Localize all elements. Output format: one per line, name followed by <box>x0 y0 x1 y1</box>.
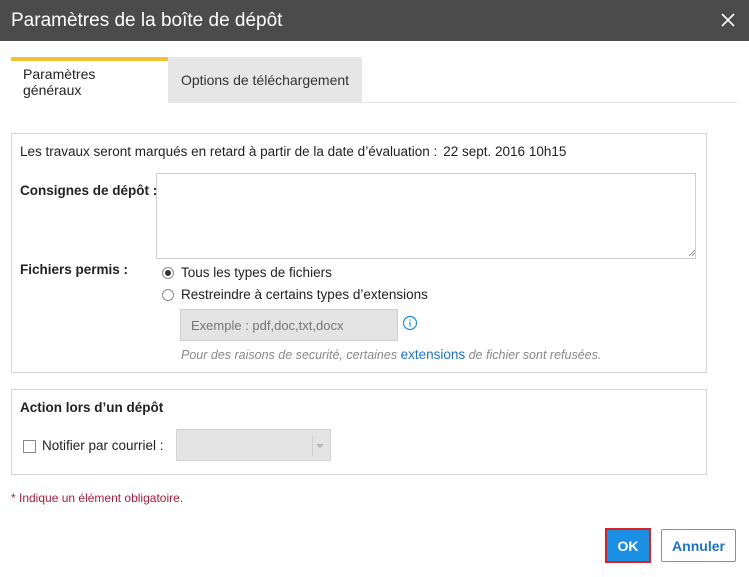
radio-button[interactable] <box>162 288 174 301</box>
extensions-link[interactable]: extensions <box>401 347 466 362</box>
radio-button[interactable] <box>162 266 174 279</box>
dialog-title: Paramètres de la boîte de dépôt <box>11 9 283 31</box>
submission-action-panel: Action lors d’un dépôt Notifier par cour… <box>11 389 707 475</box>
chevron-down-icon <box>316 444 324 448</box>
select-divider <box>312 436 313 456</box>
radio-all-file-types[interactable]: Tous les types de fichiers <box>162 265 332 280</box>
close-button[interactable] <box>715 7 741 33</box>
info-icon[interactable] <box>402 315 418 331</box>
action-title: Action lors d’un dépôt <box>20 400 164 415</box>
ok-button[interactable]: OK <box>605 528 651 563</box>
resize-grip-icon[interactable] <box>688 249 696 257</box>
late-submission-text: Les travaux seront marqués en retard à p… <box>20 144 438 159</box>
dialog-titlebar: Paramètres de la boîte de dépôt <box>0 0 749 41</box>
allowed-files-label: Fichiers permis : <box>20 262 129 277</box>
notify-label: Notifier par courriel : <box>42 438 164 453</box>
notify-select[interactable] <box>176 429 331 461</box>
instructions-label: Consignes de dépôt : <box>20 183 158 198</box>
required-note: * Indique un élément obligatoire. <box>11 491 184 505</box>
tab-label: Paramètres généraux <box>23 66 96 98</box>
radio-label: Tous les types de fichiers <box>181 265 332 280</box>
late-submission-line: Les travaux seront marqués en retard à p… <box>20 144 566 159</box>
radio-restrict-extensions[interactable]: Restreindre à certains types d’extension… <box>162 287 428 302</box>
security-note: Pour des raisons de securité, certaines … <box>181 347 601 362</box>
cancel-button[interactable]: Annuler <box>661 529 736 562</box>
notify-checkbox[interactable] <box>23 440 36 453</box>
late-submission-date: 22 sept. 2016 10h15 <box>443 144 567 159</box>
note-text-before: Pour des raisons de securité, certaines <box>181 348 398 362</box>
tab-bar: Paramètres généraux Options de télécharg… <box>11 57 737 103</box>
instructions-textarea[interactable] <box>156 173 696 259</box>
extensions-input[interactable] <box>180 309 398 341</box>
tab-label: Options de téléchargement <box>180 72 350 88</box>
tab-general-settings[interactable]: Paramètres généraux <box>11 57 168 103</box>
general-settings-panel: Les travaux seront marqués en retard à p… <box>11 133 707 373</box>
close-icon <box>721 13 735 27</box>
radio-label: Restreindre à certains types d’extension… <box>181 287 428 302</box>
note-text-after: de fichier sont refusées. <box>468 348 602 362</box>
tab-upload-options[interactable]: Options de téléchargement <box>168 57 362 103</box>
